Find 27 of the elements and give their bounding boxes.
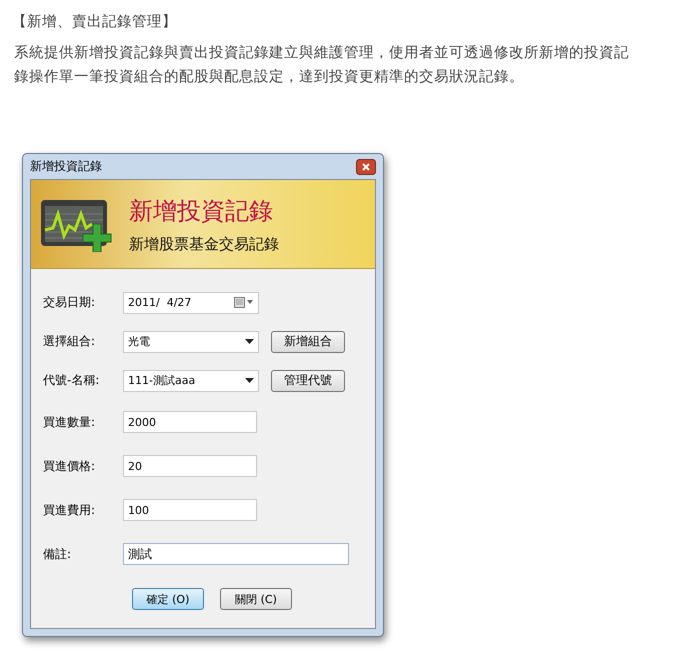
banner-title: 新增投資記錄 bbox=[129, 196, 274, 226]
input-field[interactable]: 2000 bbox=[123, 411, 257, 433]
field-label: 備註: bbox=[43, 546, 72, 562]
field-label: 代號-名稱: bbox=[43, 372, 100, 389]
dialog-button[interactable]: 確定 (O) bbox=[132, 588, 204, 610]
input-field[interactable]: 20 bbox=[123, 455, 257, 477]
field-label: 選擇組合: bbox=[43, 333, 96, 350]
input-field[interactable]: 100 bbox=[123, 499, 257, 521]
side-button[interactable]: 管理代號 bbox=[271, 370, 345, 392]
field-label: 交易日期: bbox=[43, 294, 96, 311]
caret-icon bbox=[245, 378, 254, 383]
side-button[interactable]: 新增組合 bbox=[271, 330, 345, 352]
caret-icon bbox=[245, 339, 254, 344]
date-picker[interactable]: 2011/ 4/27 bbox=[123, 292, 259, 314]
window-title: 新增投資記錄 bbox=[30, 158, 102, 175]
dropdown[interactable]: 111-測試aaa bbox=[123, 370, 259, 392]
close-button[interactable] bbox=[356, 158, 376, 174]
dropdown[interactable]: 光電 bbox=[123, 330, 259, 352]
input-field[interactable]: 測試 bbox=[123, 543, 349, 565]
section-heading: 【新增、賣出記錄管理】 bbox=[12, 12, 177, 31]
calendar-icon[interactable] bbox=[234, 297, 254, 308]
field-label: 買進數量: bbox=[43, 414, 96, 430]
dialog-button[interactable]: 關閉 (C) bbox=[220, 588, 292, 610]
field-label: 買進價格: bbox=[43, 458, 96, 474]
banner-subtitle: 新增股票基金交易記錄 bbox=[129, 234, 279, 254]
field-label: 買進費用: bbox=[43, 502, 96, 518]
intro-paragraph: 系統提供新增投資記錄與賣出投資記錄建立與維護管理，使用者並可透過修改所新增的投資記錄操作單一筆投資組合的配股與配息設定，達到投資更精準的交易狀況記錄。 bbox=[14, 44, 630, 87]
